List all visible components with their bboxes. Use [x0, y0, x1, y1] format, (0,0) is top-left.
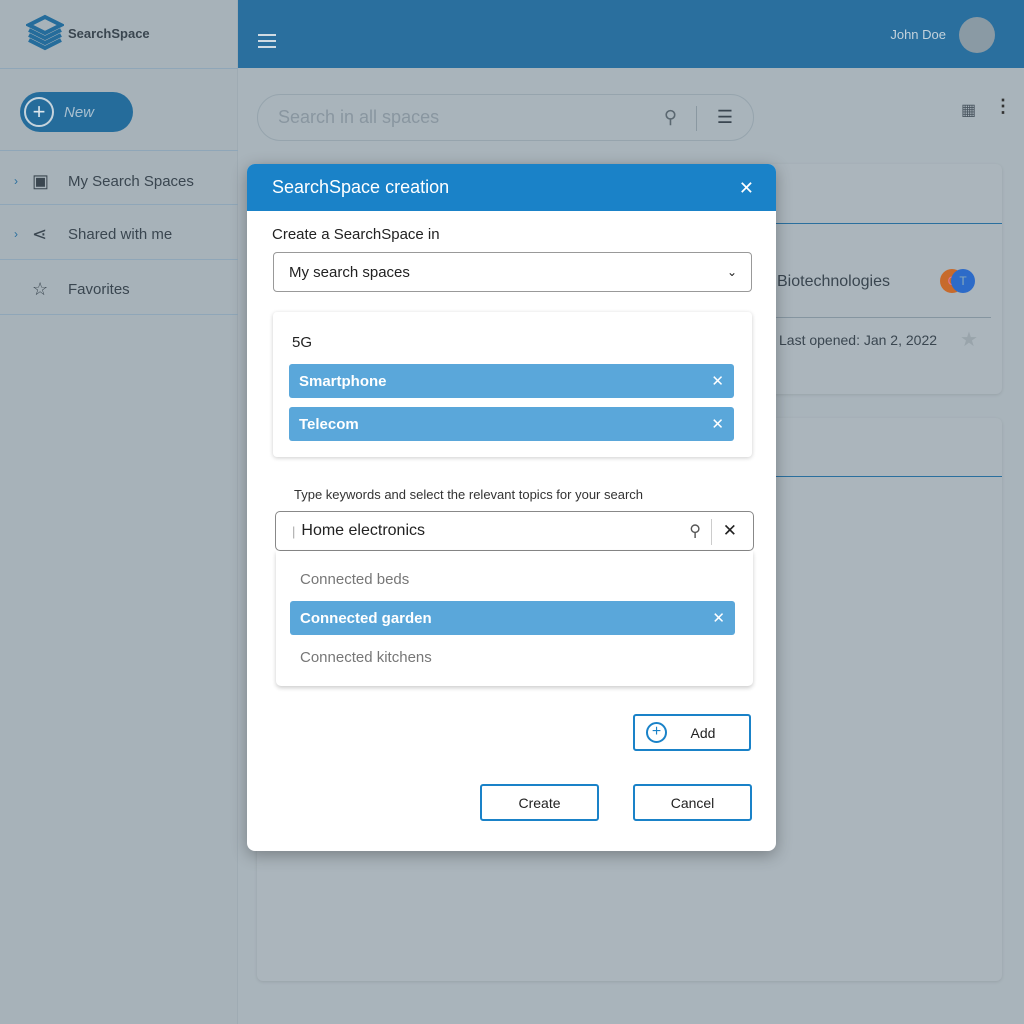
divider	[0, 314, 238, 315]
divider	[0, 259, 238, 260]
last-opened: Last opened: Jan 2, 2022	[779, 332, 938, 348]
star-icon: ☆	[32, 278, 49, 299]
filter-icon[interactable]: ☰	[717, 107, 733, 128]
searchspace-creation-dialog: SearchSpace creation ✕ Create a SearchSpa…	[247, 164, 776, 851]
layout-icon: ▣	[32, 170, 50, 191]
top-bar: John Doe	[238, 0, 1024, 68]
suggestion-list: Connected beds Connected garden ✕ Connect…	[276, 551, 753, 686]
sidebar-item-label: Favorites	[68, 280, 130, 298]
menu-icon[interactable]	[258, 34, 276, 52]
suggestion-item[interactable]: Connected kitchens	[300, 649, 432, 666]
keyword-input[interactable]: | Home electronics ⚲ ✕	[275, 511, 754, 551]
chevron-right-icon[interactable]: ›	[0, 227, 32, 241]
remove-icon[interactable]: ✕	[711, 372, 724, 390]
topic-chip: Smartphone ✕	[289, 364, 734, 398]
space-title: Biotechnologies	[777, 273, 890, 290]
search-input[interactable]: Search in all spaces ⚲ ☰	[257, 94, 754, 141]
cancel-button[interactable]: Cancel	[633, 784, 752, 821]
user-name[interactable]: John Doe	[890, 27, 946, 42]
dialog-title: SearchSpace creation	[272, 177, 450, 197]
topic-heading: 5G	[292, 334, 313, 351]
star-icon[interactable]: ★	[960, 327, 978, 352]
new-button[interactable]: + New	[20, 92, 133, 132]
sidebar-item-shared-with-me[interactable]: › ⋖ Shared with me	[0, 207, 238, 261]
create-in-select[interactable]: My search spaces ⌄	[273, 252, 752, 292]
search-icon[interactable]: ⚲	[689, 521, 701, 541]
remove-icon[interactable]: ✕	[712, 609, 725, 627]
sidebar-item-my-search-spaces[interactable]: › ▣ My Search Spaces	[0, 154, 238, 208]
avatar: T	[951, 269, 975, 293]
more-options-icon[interactable]: ⋮	[994, 96, 1012, 117]
logo[interactable]: SearchSpace	[26, 14, 150, 52]
dialog-header: SearchSpace creation ✕	[247, 164, 776, 211]
divider	[0, 204, 238, 205]
remove-icon[interactable]: ✕	[711, 415, 724, 433]
divider	[0, 68, 238, 69]
keyword-hint: Type keywords and select the relevant to…	[294, 487, 644, 502]
create-in-label: Create a SearchSpace in	[272, 226, 440, 243]
keyword-value: Home electronics	[301, 522, 425, 539]
sidebar-item-label: Shared with me	[68, 225, 173, 243]
create-button[interactable]: Create	[480, 784, 599, 821]
sidebar: SearchSpace + New › ▣ My Search Spaces › ⋖ Sh…	[0, 0, 238, 1024]
logo-icon	[26, 14, 64, 51]
search-icon[interactable]: ⚲	[664, 107, 677, 128]
sidebar-item-label: My Search Spaces	[68, 172, 194, 190]
logo-text: SearchSpace	[68, 25, 150, 41]
add-button[interactable]: + Add	[633, 714, 751, 751]
share-icon: ⋖	[32, 223, 48, 244]
chevron-right-icon[interactable]: ›	[0, 174, 32, 188]
close-icon[interactable]: ✕	[739, 178, 754, 199]
plus-icon: +	[24, 97, 54, 127]
divider	[0, 150, 238, 151]
new-label: New	[64, 103, 95, 121]
search-placeholder: Search in all spaces	[278, 107, 440, 127]
chevron-down-icon: ⌄	[726, 265, 737, 279]
suggestion-item[interactable]: Connected beds	[300, 571, 409, 588]
suggestion-item-selected[interactable]: Connected garden ✕	[290, 601, 735, 635]
topic-chip: Telecom ✕	[289, 407, 734, 441]
clear-icon[interactable]: ✕	[723, 521, 737, 541]
select-value: My search spaces	[289, 263, 410, 281]
grid-view-icon[interactable]: ▦	[961, 100, 976, 120]
selected-topics-panel: 5G Smartphone ✕ Telecom ✕	[273, 312, 752, 457]
avatar[interactable]	[959, 17, 995, 53]
sidebar-item-favorites[interactable]: ☆ Favorites	[0, 262, 238, 316]
plus-circle-icon: +	[646, 722, 667, 743]
